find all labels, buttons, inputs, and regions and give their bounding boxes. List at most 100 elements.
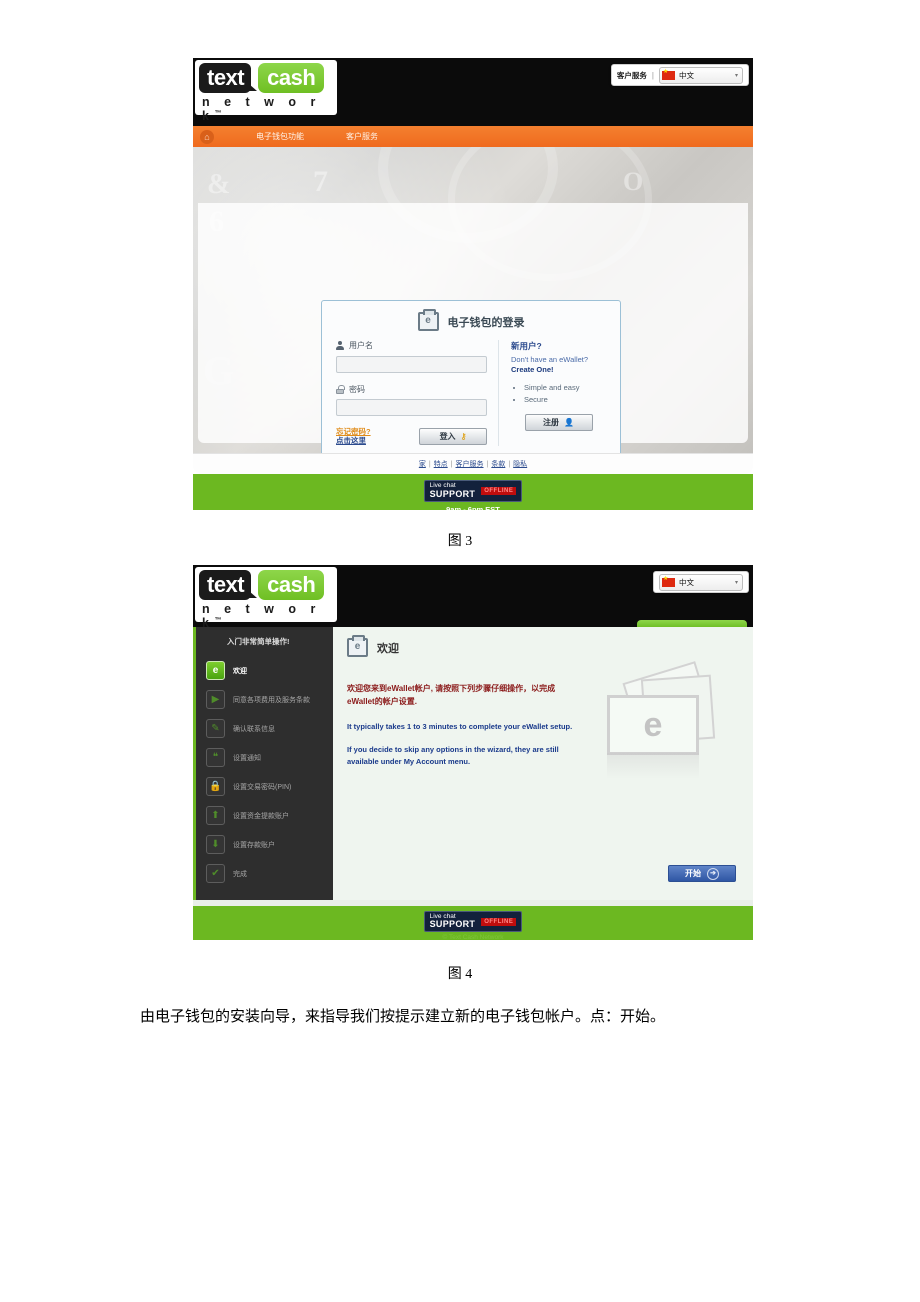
body-paragraph: 由电子钱包的安装向导，来指导我们按提示建立新的电子钱包帐户。点：开始。 bbox=[140, 1009, 666, 1025]
site-logo[interactable]: text cash n e t w o r k™ bbox=[195, 60, 337, 123]
logo-cash-word: cash bbox=[258, 63, 325, 93]
login-actions: 忘记密码? 点击这里 登入 ⚷ bbox=[336, 427, 487, 446]
site-logo[interactable]: text cash n e t w o r k™ bbox=[195, 567, 337, 630]
live-chat-labels: Live chat SUPPORT bbox=[430, 483, 476, 499]
wizard-copy: 欢迎您来到eWallet帐户, 请按照下列步骤仔细操作，以完成eWallet的帐… bbox=[347, 683, 575, 767]
sidebar-item-label: 欢迎 bbox=[233, 667, 247, 675]
sidebar-item-pin[interactable]: 🔒 设置交易密码(PIN) bbox=[196, 772, 333, 801]
lock-icon: 🔒 bbox=[206, 777, 225, 796]
contact-icon: ✎ bbox=[206, 719, 225, 738]
deposit-icon: ⬇ bbox=[206, 835, 225, 854]
footer-link-home[interactable]: 家 bbox=[419, 461, 426, 468]
new-user-text-plain: Don't have an eWallet? bbox=[511, 355, 589, 364]
sidebar-item-notifications[interactable]: ❝ 设置通知 bbox=[196, 743, 333, 772]
play-icon: ▶ bbox=[206, 690, 225, 709]
screenshot-figure-4: text cash n e t w o r k™ 中文 ▾ 入门非常简单操作! bbox=[193, 565, 753, 940]
footer-link-privacy[interactable]: 隐私 bbox=[513, 461, 527, 468]
wizard-body: 入门非常简单操作! e 欢迎 ▶ 同意各项费用及服务条款 ✎ 确认联系信息 ❝ … bbox=[193, 627, 753, 900]
sidebar-item-label: 设置存款账户 bbox=[233, 841, 275, 849]
logo-network-word: n e t w o r k™ bbox=[199, 95, 333, 123]
live-chat-line2: SUPPORT bbox=[429, 919, 476, 930]
new-user-title: 新用户? bbox=[511, 341, 542, 351]
footer-link-terms[interactable]: 条款 bbox=[491, 461, 505, 468]
footer-link-customer-service[interactable]: 客户服务 bbox=[456, 461, 484, 468]
chat-bubble-icon: ❝ bbox=[206, 748, 225, 767]
password-input[interactable] bbox=[336, 399, 487, 416]
welcome-paragraph-cn: 欢迎您来到eWallet帐户, 请按照下列步骤仔细操作，以完成eWallet的帐… bbox=[347, 684, 556, 706]
sidebar-item-label: 确认联系信息 bbox=[233, 725, 275, 733]
feature-list: Simple and easy Secure bbox=[511, 382, 606, 405]
language-select[interactable]: 中文 ▾ bbox=[659, 573, 743, 591]
nav-item-customer-service[interactable]: 客户服务 bbox=[346, 131, 378, 142]
feature-item: Simple and easy bbox=[524, 382, 606, 393]
sidebar-item-deposit-account[interactable]: ⬇ 设置存款账户 bbox=[196, 830, 333, 859]
arrow-right-circle-icon: ➔ bbox=[707, 867, 719, 880]
chat-status-badge: OFFLINE bbox=[481, 487, 517, 495]
start-button-label: 开始 bbox=[685, 869, 701, 878]
login-form: 用户名 密码 忘记密码? 点击这里 登入 ⚷ bbox=[336, 340, 499, 446]
sidebar-item-terms[interactable]: ▶ 同意各项费用及服务条款 bbox=[196, 685, 333, 714]
document-page: text cash n e t w o r k™ 客户服务 | 中文 ▾ ⌂ 电… bbox=[0, 0, 920, 1302]
login-button-label: 登入 bbox=[439, 431, 456, 441]
check-icon: ✔ bbox=[206, 864, 225, 883]
register-button[interactable]: 注册 👤 bbox=[524, 413, 593, 431]
sidebar-item-contact-info[interactable]: ✎ 确认联系信息 bbox=[196, 714, 333, 743]
create-one-link[interactable]: Create One! bbox=[511, 365, 554, 374]
logo-trademark: ™ bbox=[214, 616, 222, 624]
ewallet-icon: e bbox=[206, 661, 225, 680]
nav-item-wallet-features[interactable]: 电子钱包功能 bbox=[256, 131, 304, 142]
live-chat-support-button[interactable]: Live chat SUPPORT OFFLINE bbox=[423, 910, 523, 933]
logo-cash-word: cash bbox=[258, 570, 325, 600]
sidebar-item-welcome[interactable]: e 欢迎 bbox=[196, 656, 333, 685]
wizard-heading: 入门非常简单操作! bbox=[227, 637, 290, 646]
sidebar-item-label: 完成 bbox=[233, 870, 247, 878]
copyright-text: © Text Cash Network bbox=[442, 934, 504, 940]
sidebar-item-label: 设置资金提款账户 bbox=[233, 812, 289, 820]
username-label: 用户名 bbox=[349, 341, 373, 350]
ewallet-icon: e bbox=[347, 635, 368, 657]
ewallet-illustration: e bbox=[599, 661, 719, 779]
wizard-sidebar: 入门非常简单操作! e 欢迎 ▶ 同意各项费用及服务条款 ✎ 确认联系信息 ❝ … bbox=[193, 627, 333, 900]
logo-network-word: n e t w o r k™ bbox=[199, 602, 333, 630]
login-button[interactable]: 登入 ⚷ bbox=[419, 427, 487, 445]
sidebar-item-withdraw-account[interactable]: ⬆ 设置资金提款账户 bbox=[196, 801, 333, 830]
footer-links: 家 | 特点 | 客户服务 | 条款 | 隐私 bbox=[419, 459, 527, 469]
password-label-row: 密码 bbox=[336, 384, 487, 395]
site-footer-green-fig3: Live chat SUPPORT OFFLINE 9am - 6pm EST … bbox=[193, 474, 753, 510]
header-utility-box: 客户服务 | 中文 ▾ bbox=[610, 64, 749, 86]
home-icon[interactable]: ⌂ bbox=[200, 129, 214, 144]
language-value: 中文 bbox=[679, 577, 694, 587]
live-chat-support-button[interactable]: Live chat SUPPORT OFFLINE bbox=[423, 480, 523, 502]
chat-hours: 9am - 6pm EST bbox=[446, 504, 500, 510]
welcome-paragraph-en-2: If you decide to skip any options in the… bbox=[347, 745, 559, 766]
site-footer-links-bar: 家 | 特点 | 客户服务 | 条款 | 隐私 bbox=[193, 453, 753, 474]
username-label-row: 用户名 bbox=[336, 340, 487, 351]
china-flag-icon bbox=[662, 68, 675, 80]
chevron-down-icon: ▾ bbox=[734, 72, 738, 79]
sidebar-item-finish[interactable]: ✔ 完成 bbox=[196, 859, 333, 888]
site-footer-green-fig4: Live chat SUPPORT OFFLINE © Text Cash Ne… bbox=[193, 900, 753, 940]
site-header-fig3: text cash n e t w o r k™ 客户服务 | 中文 ▾ bbox=[193, 58, 753, 126]
logo-wordmark: text cash bbox=[199, 63, 333, 93]
language-select[interactable]: 中文 ▾ bbox=[659, 66, 743, 84]
key-icon: ⚷ bbox=[460, 431, 467, 441]
footer-separator: | bbox=[450, 461, 453, 468]
login-stage: & 6 7 G O e 电子钱包的登录 用户名 bbox=[193, 147, 753, 453]
footer-link-features[interactable]: 特点 bbox=[434, 461, 448, 468]
bg-glyph-seven: 7 bbox=[313, 165, 328, 198]
start-button[interactable]: 开始 ➔ bbox=[668, 865, 736, 882]
logo-trademark: ™ bbox=[214, 109, 222, 117]
illustration-reflection bbox=[607, 753, 699, 779]
customer-service-link[interactable]: 客户服务 bbox=[617, 70, 647, 81]
new-user-panel: 新用户? Don't have an eWallet? Create One! … bbox=[499, 340, 606, 446]
chevron-down-icon: ▾ bbox=[734, 579, 738, 586]
language-value: 中文 bbox=[679, 70, 694, 80]
logo-text-word: text bbox=[199, 63, 258, 93]
forgot-password-link[interactable]: 忘记密码? 点击这里 bbox=[336, 427, 371, 446]
username-input[interactable] bbox=[336, 355, 487, 373]
page-title: 欢迎 bbox=[377, 642, 399, 655]
header-utility-box: 中文 ▾ bbox=[653, 571, 749, 593]
figure-4-caption: 图 4 bbox=[447, 967, 473, 982]
site-header-fig4: text cash n e t w o r k™ 中文 ▾ bbox=[193, 565, 753, 630]
register-action-row: 注册 👤 bbox=[511, 413, 606, 431]
